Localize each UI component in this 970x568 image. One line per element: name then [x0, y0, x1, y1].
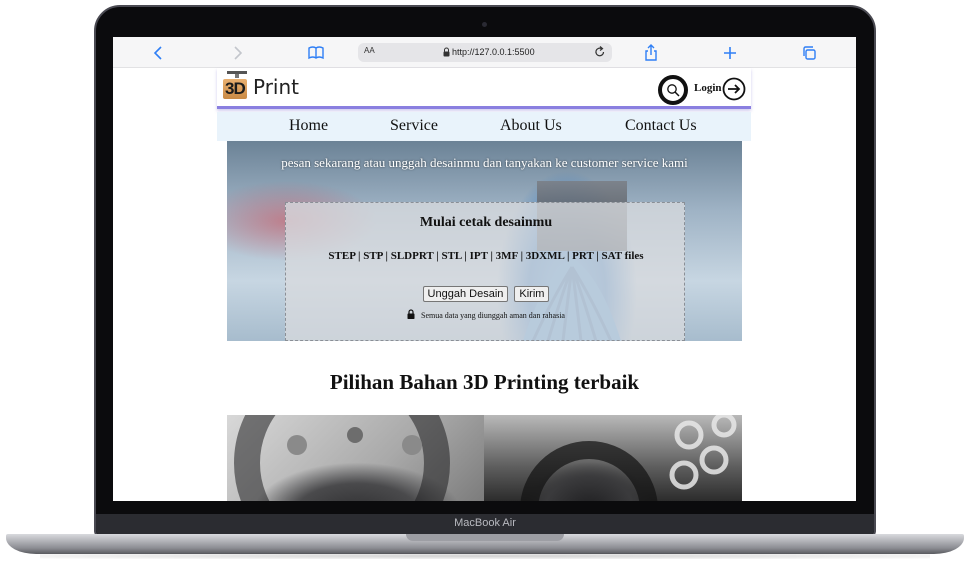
- login-link[interactable]: Login: [694, 82, 722, 94]
- back-icon[interactable]: [149, 43, 169, 63]
- padlock-icon: [407, 309, 415, 319]
- logo-3d: 3D: [223, 79, 247, 99]
- nav-service[interactable]: Service: [390, 117, 438, 135]
- login-arrow-icon[interactable]: [722, 77, 746, 101]
- secure-note-text: Semua data yang diunggah aman dan rahasi…: [421, 311, 565, 320]
- lattice-part-image: [520, 415, 737, 501]
- site-logo[interactable]: 3D Print: [221, 70, 311, 104]
- upload-panel: Mulai cetak desainmu STEP | STP | SLDPRT…: [285, 202, 685, 341]
- browser-toolbar: AA http://127.0.0.1:5500: [113, 37, 856, 68]
- text-size-button[interactable]: AA: [364, 46, 375, 55]
- address-bar[interactable]: AA http://127.0.0.1:5500: [358, 43, 612, 62]
- material-image-right[interactable]: [484, 415, 742, 501]
- hero-tagline: pesan sekarang atau unggah desainmu dan …: [281, 155, 688, 170]
- device-label: MacBook Air: [454, 517, 516, 529]
- site-header: 3D Print Login: [217, 68, 751, 109]
- upload-design-button[interactable]: Unggah Desain: [422, 286, 509, 302]
- nav-about-us[interactable]: About Us: [500, 117, 562, 135]
- camera: [482, 22, 487, 27]
- laptop-notch: [406, 534, 564, 541]
- search-icon: [667, 84, 680, 97]
- main-nav: Home Service About Us Contact Us: [217, 112, 751, 141]
- nav-contact-us[interactable]: Contact Us: [625, 117, 697, 135]
- gear-part-image: [234, 415, 450, 501]
- tabs-overview-icon[interactable]: [800, 43, 820, 63]
- url-text: http://127.0.0.1:5500: [452, 47, 535, 57]
- search-button[interactable]: [658, 75, 688, 105]
- logo-print: Print: [253, 75, 300, 99]
- upload-title: Mulai cetak desainmu: [419, 215, 553, 230]
- laptop-shadow: [40, 553, 930, 559]
- lock-icon: [443, 47, 450, 57]
- hero-banner: pesan sekarang atau unggah desainmu dan …: [227, 141, 742, 341]
- submit-button[interactable]: Kirim: [514, 286, 550, 302]
- new-tab-icon[interactable]: [720, 43, 740, 63]
- reload-icon[interactable]: [594, 44, 606, 63]
- upload-actions: Unggah Desain Kirim: [286, 284, 686, 302]
- printer-nozzle-icon: [227, 71, 247, 78]
- supported-formats: STEP | STP | SLDPRT | STL | IPT | 3MF | …: [328, 250, 644, 262]
- forward-icon[interactable]: [227, 43, 247, 63]
- nav-home[interactable]: Home: [289, 117, 328, 135]
- materials-title: Pilihan Bahan 3D Printing terbaik: [329, 370, 640, 394]
- share-icon[interactable]: [641, 43, 661, 63]
- material-image-left[interactable]: [227, 415, 484, 501]
- book-icon[interactable]: [306, 43, 326, 63]
- screen: AA http://127.0.0.1:5500 3D Print Login …: [113, 37, 856, 501]
- secure-note: Semua data yang diunggah aman dan rahasi…: [286, 309, 686, 320]
